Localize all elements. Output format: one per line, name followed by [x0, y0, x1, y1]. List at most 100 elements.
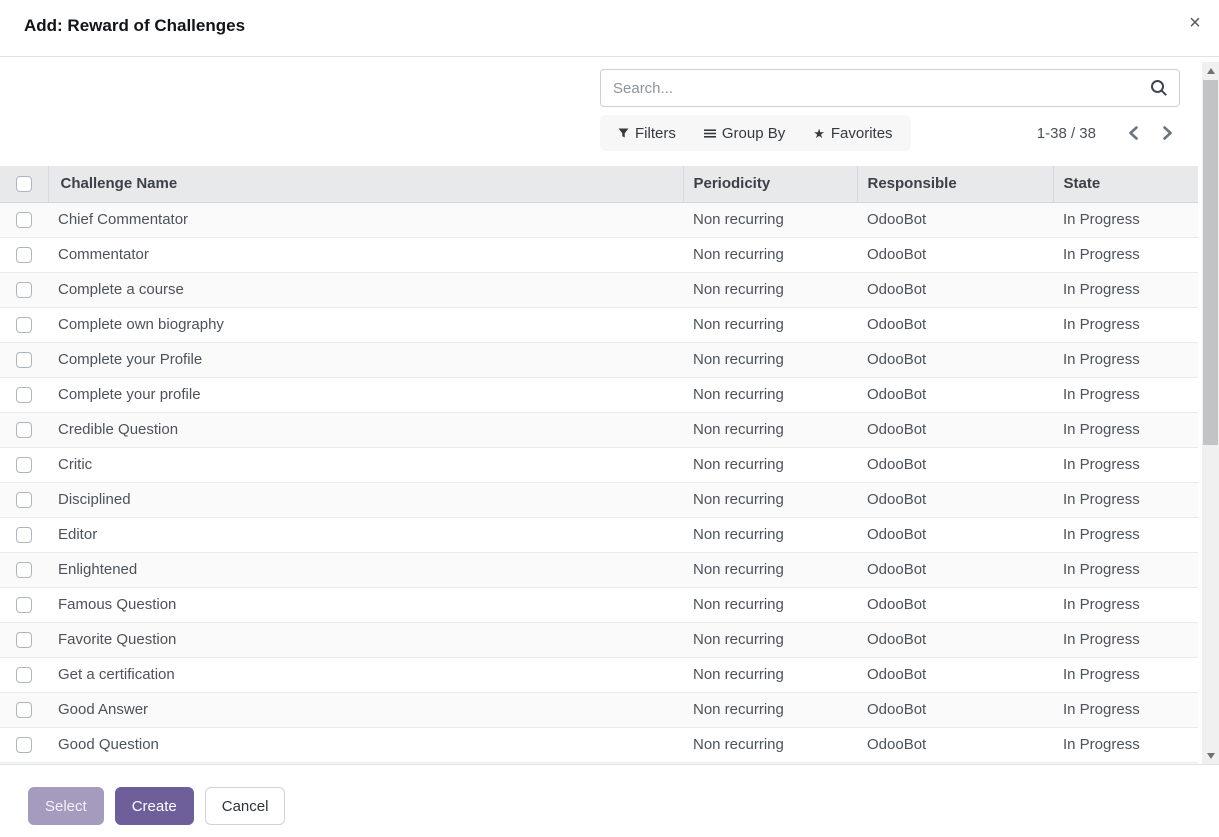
cell-state[interactable]: In Progress: [1053, 307, 1198, 342]
column-header-responsible[interactable]: Responsible: [857, 166, 1053, 202]
table-row[interactable]: Favorite Question Non recurring OdooBot …: [0, 622, 1198, 657]
cell-responsible[interactable]: OdooBot: [857, 307, 1053, 342]
cell-challenge-name[interactable]: Credible Question: [48, 412, 683, 447]
row-checkbox[interactable]: [16, 387, 32, 403]
cell-responsible[interactable]: OdooBot: [857, 517, 1053, 552]
row-checkbox[interactable]: [16, 282, 32, 298]
table-row[interactable]: Get a certification Non recurring OdooBo…: [0, 657, 1198, 692]
cell-challenge-name[interactable]: Complete a course: [48, 272, 683, 307]
close-icon[interactable]: ×: [1184, 12, 1206, 34]
cell-periodicity[interactable]: Non recurring: [683, 202, 857, 237]
table-row[interactable]: Disciplined Non recurring OdooBot In Pro…: [0, 482, 1198, 517]
scroll-down-icon[interactable]: [1202, 747, 1219, 764]
row-checkbox[interactable]: [16, 632, 32, 648]
cell-state[interactable]: In Progress: [1053, 517, 1198, 552]
cell-periodicity[interactable]: Non recurring: [683, 622, 857, 657]
cell-challenge-name[interactable]: Good Question: [48, 727, 683, 762]
cell-periodicity[interactable]: Non recurring: [683, 377, 857, 412]
cell-challenge-name[interactable]: Enlightened: [48, 552, 683, 587]
cell-responsible[interactable]: OdooBot: [857, 692, 1053, 727]
cell-state[interactable]: In Progress: [1053, 447, 1198, 482]
table-row[interactable]: Commentator Non recurring OdooBot In Pro…: [0, 237, 1198, 272]
cell-periodicity[interactable]: Non recurring: [683, 272, 857, 307]
cell-challenge-name[interactable]: Famous Question: [48, 587, 683, 622]
search-input[interactable]: [601, 70, 1179, 106]
group-by-button[interactable]: Group By: [690, 115, 799, 151]
row-checkbox[interactable]: [16, 737, 32, 753]
cell-responsible[interactable]: OdooBot: [857, 377, 1053, 412]
cell-state[interactable]: In Progress: [1053, 377, 1198, 412]
cell-responsible[interactable]: OdooBot: [857, 587, 1053, 622]
cell-state[interactable]: In Progress: [1053, 202, 1198, 237]
cell-responsible[interactable]: OdooBot: [857, 657, 1053, 692]
cell-responsible[interactable]: OdooBot: [857, 552, 1053, 587]
cell-periodicity[interactable]: Non recurring: [683, 482, 857, 517]
cell-periodicity[interactable]: Non recurring: [683, 727, 857, 762]
cell-state[interactable]: In Progress: [1053, 657, 1198, 692]
cell-responsible[interactable]: OdooBot: [857, 622, 1053, 657]
cell-periodicity[interactable]: Non recurring: [683, 552, 857, 587]
select-all-checkbox[interactable]: [16, 176, 32, 192]
table-row[interactable]: Complete your profile Non recurring Odoo…: [0, 377, 1198, 412]
row-checkbox[interactable]: [16, 562, 32, 578]
cell-challenge-name[interactable]: Favorite Question: [48, 622, 683, 657]
row-checkbox[interactable]: [16, 422, 32, 438]
scrollbar-thumb[interactable]: [1203, 80, 1218, 445]
row-checkbox[interactable]: [16, 702, 32, 718]
cell-responsible[interactable]: OdooBot: [857, 727, 1053, 762]
cell-responsible[interactable]: OdooBot: [857, 447, 1053, 482]
cell-responsible[interactable]: OdooBot: [857, 202, 1053, 237]
table-row[interactable]: Famous Question Non recurring OdooBot In…: [0, 587, 1198, 622]
table-row[interactable]: Editor Non recurring OdooBot In Progress: [0, 517, 1198, 552]
pager-previous-icon[interactable]: [1120, 120, 1146, 146]
table-row[interactable]: Complete your Profile Non recurring Odoo…: [0, 342, 1198, 377]
cell-challenge-name[interactable]: Commentator: [48, 237, 683, 272]
row-checkbox[interactable]: [16, 527, 32, 543]
filters-button[interactable]: Filters: [604, 115, 690, 151]
cell-state[interactable]: In Progress: [1053, 622, 1198, 657]
table-row[interactable]: Credible Question Non recurring OdooBot …: [0, 412, 1198, 447]
cell-periodicity[interactable]: Non recurring: [683, 237, 857, 272]
row-checkbox[interactable]: [16, 667, 32, 683]
vertical-scrollbar[interactable]: [1202, 62, 1219, 764]
cell-periodicity[interactable]: Non recurring: [683, 307, 857, 342]
cell-challenge-name[interactable]: Critic: [48, 447, 683, 482]
table-row[interactable]: Enlightened Non recurring OdooBot In Pro…: [0, 552, 1198, 587]
table-row[interactable]: Complete a course Non recurring OdooBot …: [0, 272, 1198, 307]
search-icon[interactable]: [1149, 78, 1169, 98]
cell-challenge-name[interactable]: Good Answer: [48, 692, 683, 727]
cell-responsible[interactable]: OdooBot: [857, 237, 1053, 272]
cell-challenge-name[interactable]: Disciplined: [48, 482, 683, 517]
cell-responsible[interactable]: OdooBot: [857, 342, 1053, 377]
cell-periodicity[interactable]: Non recurring: [683, 692, 857, 727]
cell-challenge-name[interactable]: Complete your Profile: [48, 342, 683, 377]
cell-state[interactable]: In Progress: [1053, 272, 1198, 307]
row-checkbox[interactable]: [16, 597, 32, 613]
cell-state[interactable]: In Progress: [1053, 342, 1198, 377]
cell-challenge-name[interactable]: Chief Commentator: [48, 202, 683, 237]
favorites-button[interactable]: ★ Favorites: [799, 115, 906, 151]
table-row[interactable]: Good Answer Non recurring OdooBot In Pro…: [0, 692, 1198, 727]
cell-state[interactable]: In Progress: [1053, 727, 1198, 762]
cell-periodicity[interactable]: Non recurring: [683, 342, 857, 377]
cell-periodicity[interactable]: Non recurring: [683, 657, 857, 692]
cell-periodicity[interactable]: Non recurring: [683, 412, 857, 447]
table-row[interactable]: Chief Commentator Non recurring OdooBot …: [0, 202, 1198, 237]
cell-responsible[interactable]: OdooBot: [857, 272, 1053, 307]
cell-state[interactable]: In Progress: [1053, 482, 1198, 517]
scroll-up-icon[interactable]: [1202, 62, 1219, 79]
pager-next-icon[interactable]: [1154, 120, 1180, 146]
table-row[interactable]: Critic Non recurring OdooBot In Progress: [0, 447, 1198, 482]
cell-responsible[interactable]: OdooBot: [857, 482, 1053, 517]
table-row[interactable]: Good Question Non recurring OdooBot In P…: [0, 727, 1198, 762]
cell-periodicity[interactable]: Non recurring: [683, 587, 857, 622]
cell-state[interactable]: In Progress: [1053, 237, 1198, 272]
cell-periodicity[interactable]: Non recurring: [683, 447, 857, 482]
cell-state[interactable]: In Progress: [1053, 412, 1198, 447]
row-checkbox[interactable]: [16, 492, 32, 508]
row-checkbox[interactable]: [16, 247, 32, 263]
column-header-state[interactable]: State: [1053, 166, 1198, 202]
cell-state[interactable]: In Progress: [1053, 692, 1198, 727]
column-header-periodicity[interactable]: Periodicity: [683, 166, 857, 202]
column-header-challenge-name[interactable]: Challenge Name: [48, 166, 683, 202]
